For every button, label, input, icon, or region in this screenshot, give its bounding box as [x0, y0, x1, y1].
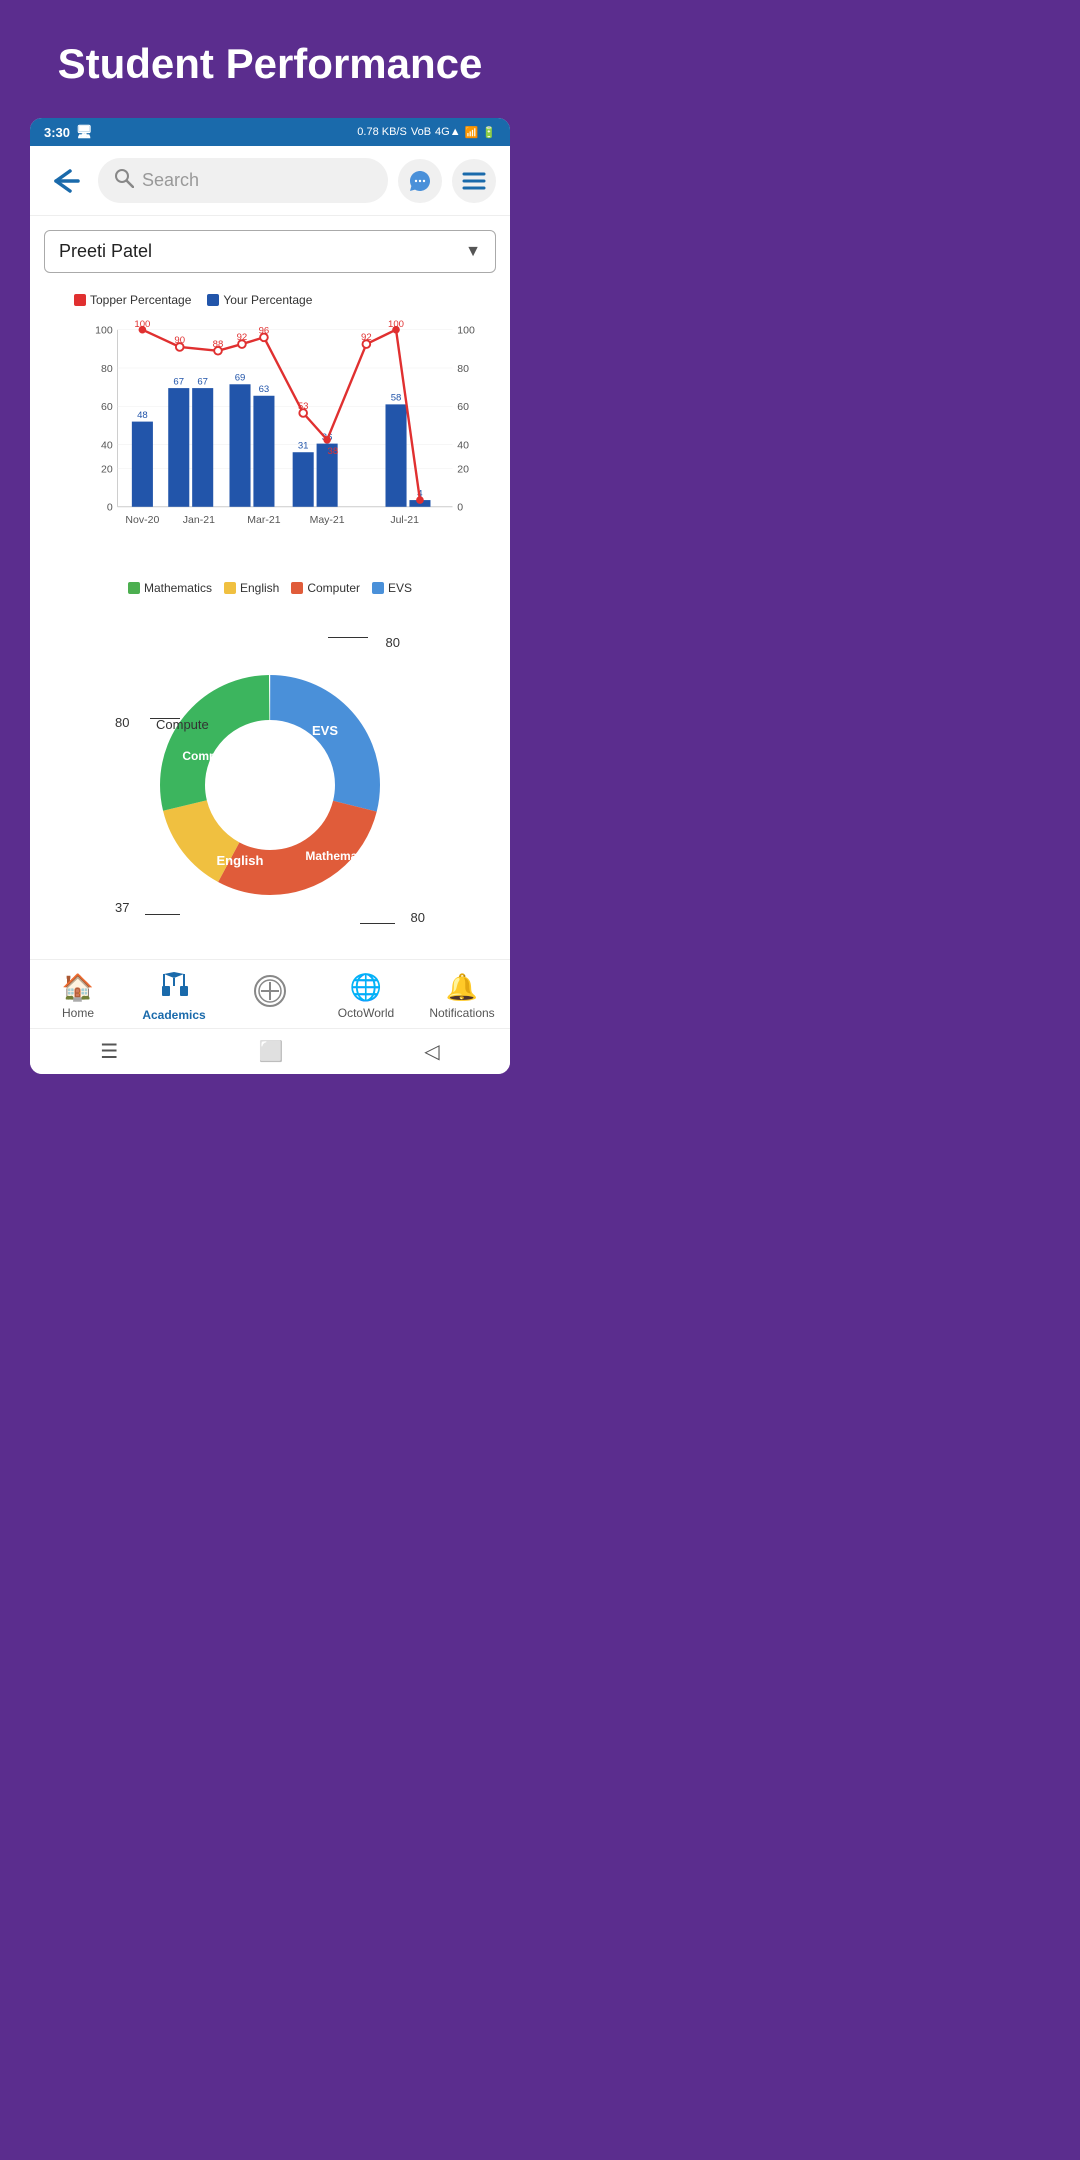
- nav-notifications[interactable]: 🔔 Notifications: [414, 972, 510, 1020]
- svg-text:100: 100: [95, 325, 113, 337]
- svg-text:80: 80: [457, 363, 469, 375]
- svg-text:English: English: [217, 853, 264, 868]
- bottom-nav: 🏠 Home Academics: [30, 959, 510, 1028]
- svg-text:31: 31: [298, 440, 309, 451]
- nav-special[interactable]: [222, 974, 318, 1019]
- phone-frame: 3:30 🖥 0.78 KB/S VoB 4G▲ 📶 🔋: [30, 118, 510, 1074]
- donut-chart-section: EVS Comput English Mathemati 80 80 Compu…: [30, 615, 510, 959]
- donut-center: [208, 723, 332, 847]
- svg-text:Mar-21: Mar-21: [247, 514, 280, 526]
- svg-text:60: 60: [101, 401, 113, 413]
- svg-text:May-21: May-21: [310, 514, 345, 526]
- home-icon: 🏠: [62, 972, 94, 1003]
- notifications-icon: 🔔: [446, 972, 478, 1003]
- academics-icon: [160, 970, 188, 1005]
- nav-academics-label: Academics: [142, 1008, 205, 1022]
- top-bar: Search: [30, 146, 510, 216]
- subject-legend: Mathematics English Computer EVS: [44, 575, 496, 605]
- chart-legend: Topper Percentage Your Percentage: [44, 293, 496, 307]
- svg-text:Jan-21: Jan-21: [183, 514, 215, 526]
- android-home-button[interactable]: ⬜: [259, 1039, 284, 1064]
- search-icon: [114, 168, 134, 193]
- svg-text:0: 0: [107, 502, 113, 514]
- svg-text:96: 96: [259, 326, 270, 337]
- bar-mar21-1: [229, 384, 250, 507]
- legend-your: Your Percentage: [207, 293, 312, 307]
- svg-text:88: 88: [213, 339, 224, 350]
- bar-jul21-1: [386, 404, 407, 506]
- bar-may21-1: [293, 452, 314, 507]
- svg-text:38: 38: [328, 446, 339, 457]
- svg-text:90: 90: [174, 335, 185, 346]
- back-button[interactable]: [44, 159, 88, 203]
- bar-jan21-1: [168, 388, 189, 507]
- svg-text:100: 100: [388, 319, 404, 330]
- student-dropdown[interactable]: Preeti Patel ▼: [44, 230, 496, 273]
- nav-octoworld[interactable]: 🌐 OctoWorld: [318, 972, 414, 1020]
- legend-mathematics: Mathematics: [128, 581, 212, 595]
- bar-mar21-2: [253, 396, 274, 507]
- student-name: Preeti Patel: [59, 241, 152, 262]
- svg-text:20: 20: [101, 463, 113, 475]
- nav-octoworld-label: OctoWorld: [338, 1006, 394, 1020]
- legend-topper: Topper Percentage: [74, 293, 191, 307]
- message-button[interactable]: [398, 159, 442, 203]
- bar-chart: 100 80 60 40 20 0 100 80 60 40 20 0: [44, 315, 496, 575]
- svg-text:Mathemati: Mathemati: [305, 849, 364, 863]
- svg-text:40: 40: [457, 439, 469, 451]
- svg-text:Comput: Comput: [182, 749, 227, 763]
- status-right: 0.78 KB/S VoB 4G▲ 📶 🔋: [357, 126, 496, 139]
- status-bar: 3:30 🖥 0.78 KB/S VoB 4G▲ 📶 🔋: [30, 118, 510, 146]
- android-back-button[interactable]: ◁: [424, 1039, 439, 1064]
- donut-svg: EVS Comput English Mathemati: [130, 645, 410, 925]
- english-value: 37: [115, 900, 129, 915]
- math-value: 80: [411, 910, 425, 925]
- legend-computer: Computer: [291, 581, 360, 595]
- legend-evs: EVS: [372, 581, 412, 595]
- svg-text:20: 20: [457, 463, 469, 475]
- nav-notifications-label: Notifications: [429, 1006, 494, 1020]
- evs-value: 80: [386, 635, 400, 650]
- search-input[interactable]: Search: [142, 170, 199, 191]
- octoworld-icon: 🌐: [350, 972, 382, 1003]
- svg-text:100: 100: [134, 319, 150, 330]
- bar-jan21-2: [192, 388, 213, 507]
- donut-chart-wrap: EVS Comput English Mathemati 80 80 Compu…: [110, 625, 430, 945]
- svg-text:92: 92: [237, 332, 248, 343]
- page-title: Student Performance: [38, 0, 503, 118]
- nav-home[interactable]: 🏠 Home: [30, 972, 126, 1020]
- svg-text:67: 67: [173, 376, 184, 387]
- svg-text:63: 63: [259, 384, 270, 395]
- computer-value: 80: [115, 715, 129, 730]
- svg-text:0: 0: [457, 502, 463, 514]
- svg-text:92: 92: [361, 332, 372, 343]
- computer-label: Compute: [156, 717, 209, 732]
- android-nav: ☰ ⬜ ◁: [30, 1028, 510, 1074]
- bar-nov20-1: [132, 422, 153, 507]
- nav-home-label: Home: [62, 1006, 94, 1020]
- dropdown-arrow-icon: ▼: [465, 243, 481, 261]
- content-area: Preeti Patel ▼ Topper Percentage Your Pe…: [30, 216, 510, 615]
- android-menu-button[interactable]: ☰: [100, 1039, 118, 1064]
- svg-text:53: 53: [298, 401, 309, 412]
- svg-text:60: 60: [457, 401, 469, 413]
- svg-text:80: 80: [101, 363, 113, 375]
- menu-button[interactable]: [452, 159, 496, 203]
- svg-text:Jul-21: Jul-21: [390, 514, 419, 526]
- special-icon: [253, 974, 287, 1016]
- svg-text:100: 100: [457, 325, 475, 337]
- svg-text:67: 67: [197, 376, 208, 387]
- legend-english: English: [224, 581, 279, 595]
- nav-academics[interactable]: Academics: [126, 970, 222, 1022]
- svg-text:40: 40: [101, 439, 113, 451]
- chart-svg: 100 80 60 40 20 0 100 80 60 40 20 0: [84, 315, 486, 555]
- status-time: 3:30 🖥: [44, 124, 93, 140]
- bar-chart-container: Topper Percentage Your Percentage: [44, 287, 496, 615]
- svg-text:69: 69: [235, 372, 246, 383]
- svg-text:Nov-20: Nov-20: [125, 514, 159, 526]
- svg-text:48: 48: [137, 410, 148, 421]
- svg-text:EVS: EVS: [312, 723, 338, 738]
- svg-text:58: 58: [391, 393, 402, 404]
- search-bar[interactable]: Search: [98, 158, 388, 203]
